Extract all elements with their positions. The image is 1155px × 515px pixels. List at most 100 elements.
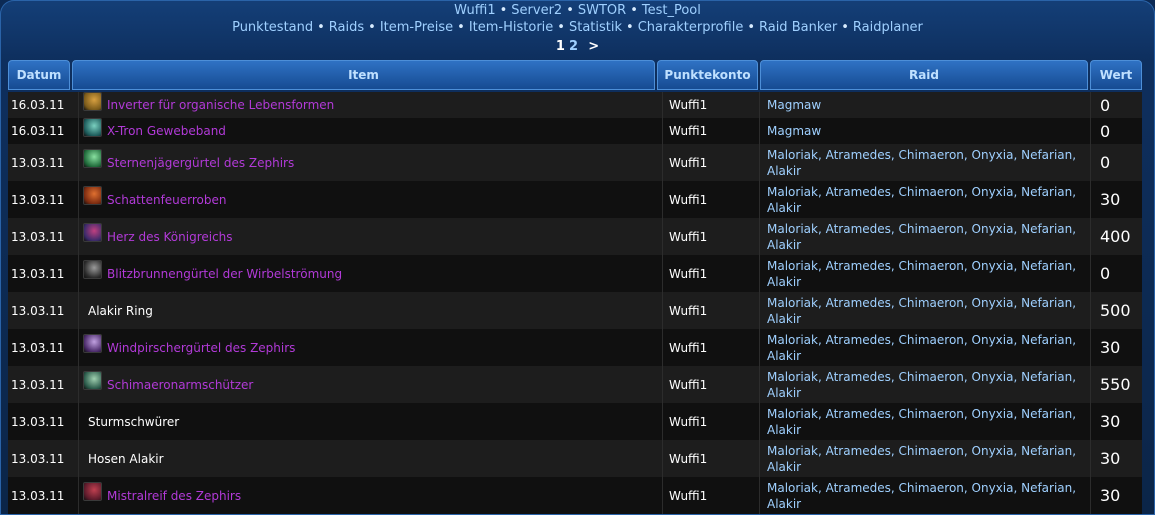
page-current: 1 bbox=[555, 39, 565, 54]
table-row: 13.03.11 Schattenfeuerroben Wuffi1 Maloriak… bbox=[8, 181, 1142, 218]
row-date: 13.03.11 bbox=[11, 377, 65, 392]
column-divider bbox=[759, 181, 760, 218]
row-raid: Maloriak, Atramedes, Chimaeron, Onyxia, … bbox=[767, 332, 1077, 363]
column-divider bbox=[78, 218, 79, 255]
table-row: 16.03.11 X-Tron Gewebeband Wuffi1 Magmaw 0 bbox=[8, 117, 1142, 144]
row-value: 400 bbox=[1100, 227, 1131, 246]
column-divider bbox=[662, 440, 663, 477]
item-link[interactable]: Schimaeronarmschützer bbox=[107, 378, 253, 392]
column-divider bbox=[1090, 329, 1091, 366]
column-divider bbox=[759, 440, 760, 477]
table-row: 13.03.11 Sternenjägergürtel des Zephirs Wu… bbox=[8, 144, 1142, 181]
item-link[interactable]: Blitzbrunnengürtel der Wirbelströmung bbox=[107, 267, 342, 281]
row-raid: Magmaw bbox=[767, 98, 822, 112]
nav-statistik[interactable]: Statistik bbox=[569, 20, 622, 35]
table-row: 13.03.11 Sturmschwürer Wuffi1 Maloriak, Atr… bbox=[8, 403, 1142, 440]
row-account: Wuffi1 bbox=[669, 98, 708, 112]
row-raid: Maloriak, Atramedes, Chimaeron, Onyxia, … bbox=[767, 295, 1077, 326]
col-account-header[interactable]: Punktekonto bbox=[657, 60, 758, 90]
crumb-game[interactable]: SWTOR bbox=[578, 3, 626, 18]
row-value: 30 bbox=[1100, 190, 1121, 209]
row-item: X-Tron Gewebeband bbox=[79, 117, 657, 144]
col-raid-header[interactable]: Raid bbox=[760, 60, 1088, 90]
item-name: Sturmschwürer bbox=[88, 414, 180, 429]
row-raid: Maloriak, Atramedes, Chimaeron, Onyxia, … bbox=[767, 443, 1077, 474]
row-date: 13.03.11 bbox=[11, 414, 65, 429]
crumb-pool[interactable]: Test_Pool bbox=[642, 3, 701, 18]
row-account: Wuffi1 bbox=[669, 124, 708, 138]
row-raid: Maloriak, Atramedes, Chimaeron, Onyxia, … bbox=[767, 258, 1077, 289]
col-value-header[interactable]: Wert bbox=[1090, 60, 1142, 90]
row-item: Alakir Ring bbox=[79, 292, 657, 329]
nav-item-preise[interactable]: Item-Preise bbox=[380, 20, 453, 35]
row-account: Wuffi1 bbox=[669, 303, 708, 318]
item-link[interactable]: Schattenfeuerroben bbox=[107, 193, 227, 207]
belt-icon[interactable] bbox=[83, 149, 102, 168]
table-row: 13.03.11 Herz des Königreichs Wuffi1 Malori… bbox=[8, 218, 1142, 255]
column-divider bbox=[78, 440, 79, 477]
item-link[interactable]: Sternenjägergürtel des Zephirs bbox=[107, 156, 294, 170]
col-date-header[interactable]: Datum bbox=[8, 60, 70, 90]
row-value: 500 bbox=[1100, 301, 1131, 320]
row-raid: Maloriak, Atramedes, Chimaeron, Onyxia, … bbox=[767, 221, 1077, 252]
row-raid: Maloriak, Atramedes, Chimaeron, Onyxia, … bbox=[767, 480, 1077, 511]
item-link[interactable]: Mistralreif des Zephirs bbox=[107, 489, 241, 503]
column-divider bbox=[662, 366, 663, 403]
column-divider bbox=[1090, 218, 1091, 255]
column-divider bbox=[759, 218, 760, 255]
belt-dark-icon[interactable] bbox=[83, 260, 102, 279]
nav-raids[interactable]: Raids bbox=[329, 20, 364, 35]
row-date: 13.03.11 bbox=[11, 488, 65, 503]
item-link[interactable]: Herz des Königreichs bbox=[107, 230, 233, 244]
nav-raid-banker[interactable]: Raid Banker bbox=[759, 20, 837, 35]
crumb-user[interactable]: Wuffi1 bbox=[454, 3, 495, 18]
item-link[interactable]: X-Tron Gewebeband bbox=[107, 124, 226, 138]
nav-charakterprofile[interactable]: Charakterprofile bbox=[638, 20, 744, 35]
row-date: 13.03.11 bbox=[11, 340, 65, 355]
bracer-green-icon[interactable] bbox=[83, 371, 102, 390]
column-divider bbox=[1090, 92, 1091, 118]
gear-trinket-icon[interactable] bbox=[83, 91, 102, 111]
column-divider bbox=[78, 144, 79, 181]
row-item: Sternenjägergürtel des Zephirs bbox=[79, 144, 657, 181]
item-link[interactable]: Windpirschergürtel des Zephirs bbox=[107, 341, 295, 355]
nav-punktestand[interactable]: Punktestand bbox=[232, 20, 313, 35]
row-item: Hosen Alakir bbox=[79, 440, 657, 477]
column-divider bbox=[759, 92, 760, 118]
table-row: 13.03.11 Alakir Ring Wuffi1 Maloriak, Atram… bbox=[8, 292, 1142, 329]
bracer-icon[interactable] bbox=[83, 117, 102, 137]
row-account: Wuffi1 bbox=[669, 192, 708, 207]
page-2-link[interactable]: 2 bbox=[569, 39, 578, 54]
table-row: 13.03.11 Schimaeronarmschützer Wuffi1 Malor… bbox=[8, 366, 1142, 403]
robe-icon[interactable] bbox=[83, 186, 102, 205]
belt-purple-icon[interactable] bbox=[83, 334, 102, 353]
row-value: 0 bbox=[1100, 95, 1111, 115]
row-value: 30 bbox=[1100, 412, 1121, 431]
row-value: 30 bbox=[1100, 449, 1121, 468]
nav-item-historie[interactable]: Item-Historie bbox=[469, 20, 553, 35]
row-raid: Maloriak, Atramedes, Chimaeron, Onyxia, … bbox=[767, 369, 1077, 400]
crumb-server[interactable]: Server2 bbox=[511, 3, 562, 18]
column-divider bbox=[78, 292, 79, 329]
item-link[interactable]: Inverter für organische Lebensformen bbox=[107, 98, 334, 112]
column-divider bbox=[78, 255, 79, 292]
item-name: Alakir Ring bbox=[88, 303, 153, 318]
col-item-header[interactable]: Item bbox=[72, 60, 655, 90]
column-divider bbox=[662, 118, 663, 144]
helm-icon[interactable] bbox=[83, 482, 102, 501]
column-divider bbox=[759, 144, 760, 181]
column-divider bbox=[662, 218, 663, 255]
nav-raidplaner[interactable]: Raidplaner bbox=[853, 20, 923, 35]
column-divider bbox=[1090, 440, 1091, 477]
column-divider bbox=[78, 403, 79, 440]
column-divider bbox=[662, 181, 663, 218]
row-raid: Maloriak, Atramedes, Chimaeron, Onyxia, … bbox=[767, 147, 1077, 178]
column-divider bbox=[759, 366, 760, 403]
row-value: 30 bbox=[1100, 486, 1121, 505]
column-divider bbox=[1090, 144, 1091, 181]
next-page-link[interactable]: > bbox=[588, 39, 599, 54]
row-account: Wuffi1 bbox=[669, 155, 708, 170]
pagination: 1 2 > bbox=[0, 38, 1155, 55]
column-divider bbox=[78, 118, 79, 144]
heart-trinket-icon[interactable] bbox=[83, 223, 102, 242]
